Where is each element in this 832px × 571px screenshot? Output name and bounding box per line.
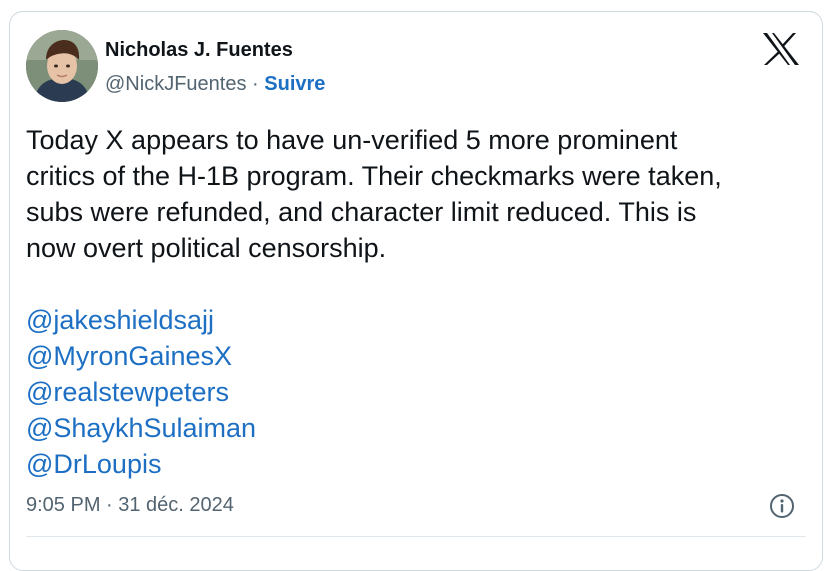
divider (26, 536, 806, 537)
mention-link[interactable]: @ShaykhSulaiman (26, 410, 256, 446)
tweet-text: Today X appears to have un-verified 5 mo… (26, 122, 806, 266)
author-handle[interactable]: @NickJFuentes (105, 73, 246, 95)
mention-link[interactable]: @jakeshieldsajj (26, 302, 256, 338)
author-name[interactable]: Nicholas J. Fuentes (105, 39, 293, 62)
tweet-text-line: Today X appears to have un-verified 5 mo… (26, 125, 678, 155)
x-logo-icon[interactable] (762, 32, 800, 66)
avatar[interactable] (26, 30, 98, 102)
tweet-card: Nicholas J. Fuentes @NickJFuentes · Suiv… (9, 11, 823, 571)
tweet-timestamp[interactable]: 9:05 PM · 31 déc. 2024 (26, 494, 234, 517)
follow-button[interactable]: Suivre (264, 73, 325, 95)
avatar-image (26, 30, 98, 102)
handle-separator: · (252, 73, 259, 95)
info-icon[interactable] (768, 492, 796, 520)
mentions-list: @jakeshieldsajj @MyronGainesX @realstewp… (26, 302, 256, 482)
tweet-text-line: now overt political censorship. (26, 233, 387, 263)
mention-link[interactable]: @MyronGainesX (26, 338, 256, 374)
tweet-text-line: critics of the H-1B program. Their check… (26, 161, 722, 191)
tweet-text-line: subs were refunded, and character limit … (26, 197, 697, 227)
author-handle-row: @NickJFuentes · Suivre (105, 73, 325, 96)
mention-link[interactable]: @DrLoupis (26, 446, 256, 482)
mention-link[interactable]: @realstewpeters (26, 374, 256, 410)
